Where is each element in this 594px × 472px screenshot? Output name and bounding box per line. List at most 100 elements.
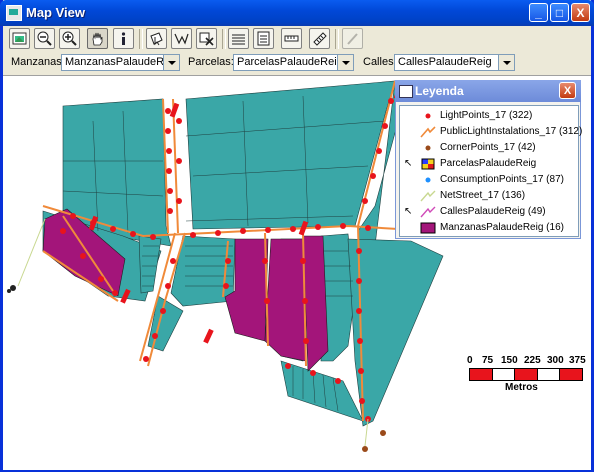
manzanas-select[interactable]: ManzanasPalaudeReig (61, 54, 180, 71)
legend-item[interactable]: CornerPoints_17 (42) (400, 140, 576, 156)
full-extent-icon (12, 32, 27, 45)
minimize-icon: _ (535, 6, 542, 20)
measure-icon (284, 35, 299, 42)
map-view-icon (6, 5, 22, 21)
legend-item-label: LightPoints_17 (322) (440, 110, 533, 121)
maximize-icon: □ (555, 6, 564, 20)
calles-label: Calles: (363, 56, 397, 68)
close-icon: X (576, 6, 585, 20)
fill-icon (420, 222, 436, 234)
pointer-icon: ↖ (404, 206, 413, 217)
close-icon: X (563, 85, 572, 97)
select-icon (150, 32, 163, 46)
legend-item[interactable]: ↖ CallesPalaudeReig (49) (400, 204, 576, 220)
legend-item-label: ParcelasPalaudeReig (440, 158, 537, 169)
ruler-button[interactable] (309, 28, 330, 49)
parcelas-value: ParcelasPalaudeReig (237, 56, 343, 68)
zoom-in-button[interactable] (59, 28, 80, 49)
scale-tick: 375 (569, 355, 586, 366)
legend-item-label: CornerPoints_17 (42) (440, 142, 536, 153)
consumption-point-icon (425, 177, 431, 183)
toolbar-separator (222, 29, 226, 49)
calles-value: CallesPalaudeReig (398, 56, 492, 68)
scale-segment (492, 369, 516, 380)
toolbar-separator (139, 29, 143, 49)
legend-title-bar[interactable]: Leyenda X (395, 80, 581, 102)
scale-segments (469, 368, 583, 381)
scale-tick: 300 (547, 355, 564, 366)
corner-point-icon (425, 145, 431, 151)
measure-button[interactable] (281, 28, 302, 49)
zoom-out-button[interactable] (34, 28, 55, 49)
full-extent-button[interactable] (9, 28, 30, 49)
ruler-icon (313, 32, 327, 46)
layers-icon (232, 34, 245, 45)
line-icon (420, 126, 436, 138)
scale-segment (515, 369, 538, 380)
parcelas-select[interactable]: ParcelasPalaudeReig (233, 54, 354, 71)
legend-item-label: PublicLightInstalations_17 (312) (440, 126, 583, 137)
consumption-points-layer (7, 285, 16, 293)
scale-segment (470, 369, 493, 380)
clear-selection-icon (199, 32, 214, 46)
line-icon (420, 206, 436, 218)
legend-title: Leyenda (415, 84, 464, 98)
minimize-button[interactable]: _ (529, 3, 548, 22)
layer-selector-bar: Manzanas: ManzanasPalaudeReig Parcelas: … (3, 52, 591, 74)
scale-tick: 0 (467, 355, 473, 366)
calles-select[interactable]: CallesPalaudeReig (394, 54, 515, 71)
parcelas-label: Parcelas: (188, 56, 234, 68)
title-bar[interactable]: Map View _ □ X (0, 0, 594, 26)
chevron-down-icon[interactable] (163, 55, 179, 70)
scale-tick: 75 (482, 355, 494, 366)
legend-item[interactable]: PublicLightInstalations_17 (312) (400, 124, 582, 140)
clear-selection-button[interactable] (196, 28, 217, 49)
select-polygon-icon (174, 33, 189, 45)
layers-button[interactable] (228, 28, 249, 49)
legend-item[interactable]: LightPoints_17 (322) (400, 108, 576, 124)
pan-hand-icon (92, 32, 103, 46)
pointer-icon: ↖ (404, 158, 413, 169)
select-polygon-button[interactable] (171, 28, 192, 49)
scale-tick: 150 (501, 355, 518, 366)
toolbar (3, 26, 591, 52)
scale-bar: 0 75 150 225 300 375 Metros (465, 355, 589, 395)
manzanas-value: ManzanasPalaudeReig (65, 56, 179, 68)
table-icon (257, 31, 270, 46)
chevron-down-icon[interactable] (498, 55, 514, 70)
map-view-window: Map View _ □ X Manzanas: ManzanasPalaude… (0, 0, 594, 472)
legend-item[interactable]: ConsumptionPoints_17 (87) (400, 172, 576, 188)
manzanas-label: Manzanas: (11, 56, 65, 68)
scale-ticks: 0 75 150 225 300 375 (465, 355, 589, 367)
maximize-button[interactable]: □ (550, 3, 569, 22)
legend-item-label: ConsumptionPoints_17 (87) (440, 174, 564, 185)
scale-unit: Metros (505, 382, 538, 393)
multi-fill-icon (421, 158, 435, 170)
line-icon (420, 190, 436, 202)
close-button[interactable]: X (571, 3, 590, 22)
table-button[interactable] (253, 28, 274, 49)
legend-item-label: NetStreet_17 (136) (440, 190, 526, 201)
legend-item-label: ManzanasPalaudeReig (16) (440, 222, 564, 233)
legend-window-icon (399, 85, 413, 98)
light-point-icon (425, 113, 431, 119)
window-title: Map View (26, 5, 86, 20)
legend-list: LightPoints_17 (322) PublicLightInstalat… (399, 105, 582, 237)
toolbar-separator (335, 29, 339, 49)
zoom-out-icon (37, 31, 52, 46)
scale-tick: 225 (524, 355, 541, 366)
scale-segment (560, 369, 582, 380)
legend-item[interactable]: ManzanasPalaudeReig (16) (400, 220, 576, 236)
legend-item[interactable]: ↖ ParcelasPalaudeReig (400, 156, 576, 172)
edit-button[interactable] (342, 28, 363, 49)
chevron-down-icon[interactable] (337, 55, 353, 70)
legend-window: Leyenda X LightPoints_17 (322) PublicLig… (395, 80, 582, 239)
pan-button[interactable] (87, 28, 108, 49)
info-button[interactable] (113, 28, 134, 49)
zoom-in-icon (62, 31, 77, 46)
pencil-icon (347, 33, 358, 45)
legend-item[interactable]: NetStreet_17 (136) (400, 188, 576, 204)
legend-close-button[interactable]: X (559, 82, 576, 99)
select-button[interactable] (146, 28, 167, 49)
info-icon (121, 32, 126, 45)
